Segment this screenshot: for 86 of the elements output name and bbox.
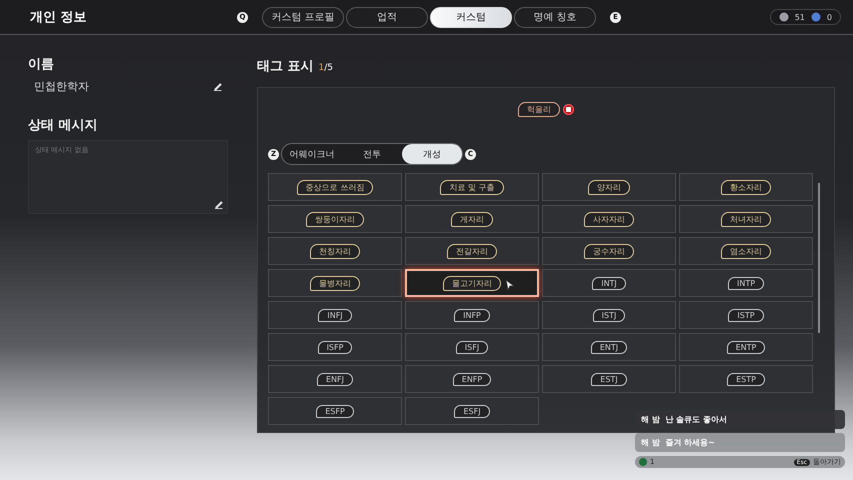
tag-option[interactable]: 치료 및 구출 xyxy=(405,173,539,201)
player-name: 민첩한학자 xyxy=(34,79,89,94)
chat-message: 해 밤 즐겨 하세용~ xyxy=(635,433,845,452)
scrollbar[interactable] xyxy=(818,183,820,333)
section-title: 상태 메시지 xyxy=(28,117,99,134)
tab[interactable]: 업적 xyxy=(346,6,428,28)
tab[interactable]: 커스텀 xyxy=(430,6,512,28)
tag-option[interactable]: 물병자리 xyxy=(268,269,402,297)
tag-option[interactable]: 황소자리 xyxy=(679,173,813,201)
tag-label: 궁수자리 xyxy=(584,244,634,258)
tag-option[interactable]: INTP xyxy=(679,269,813,297)
page-title: 개인 정보 xyxy=(30,9,88,26)
tag-option[interactable]: ENFP xyxy=(405,365,539,393)
tag-option[interactable]: ESFP xyxy=(268,397,402,425)
pencil-icon[interactable] xyxy=(213,82,222,91)
tag-option[interactable]: INFP xyxy=(405,301,539,329)
tag-option[interactable]: 중상으로 쓰러짐 xyxy=(268,173,402,201)
tag-label: ESTJ xyxy=(591,372,627,386)
tag-option[interactable]: 전갈자리 xyxy=(405,237,539,265)
coin-icon xyxy=(810,12,821,22)
tag-option[interactable]: 사자자리 xyxy=(542,205,676,233)
tag-option[interactable]: ISTP xyxy=(679,301,813,329)
tag-label: 쌍둥이자리 xyxy=(306,212,364,226)
tag-option[interactable]: 양자리 xyxy=(542,173,676,201)
tag-label: ENFP xyxy=(452,372,492,386)
tag-label: INTP xyxy=(728,276,764,290)
tag-option[interactable]: ESFJ xyxy=(405,397,539,425)
tag-option[interactable]: ENTJ xyxy=(542,333,676,361)
category-tab[interactable]: 개성 xyxy=(402,144,462,164)
equipped-tag: 헉울리 xyxy=(518,102,560,117)
tag-label: 처녀자리 xyxy=(721,212,771,226)
tag-label: ESFJ xyxy=(454,404,490,418)
tag-option[interactable]: 게자리 xyxy=(405,205,539,233)
tag-option[interactable]: 물고기자리 xyxy=(405,269,539,297)
tag-label: ESTP xyxy=(727,372,765,386)
currency-amount: 0 xyxy=(826,12,832,22)
tab[interactable]: 커스텀 프로필 xyxy=(262,6,344,28)
tag-label: ENTP xyxy=(726,340,766,354)
tag-option[interactable]: 염소자리 xyxy=(679,237,813,265)
cursor-icon xyxy=(505,279,515,291)
section-title: 이름 xyxy=(28,56,55,73)
tag-label: 물병자리 xyxy=(310,276,360,290)
remove-button[interactable] xyxy=(563,104,574,115)
tag-label: ENFJ xyxy=(317,372,353,386)
tag-label: INTJ xyxy=(592,276,626,290)
tag-option[interactable]: 쌍둥이자리 xyxy=(268,205,402,233)
tag-option[interactable]: INFJ xyxy=(268,301,402,329)
tag-label: 염소자리 xyxy=(721,244,771,258)
category-tab[interactable]: 전투 xyxy=(342,144,402,164)
tag-count: 1/5 xyxy=(318,63,334,73)
tag-option[interactable]: ENFJ xyxy=(268,365,402,393)
tag-option[interactable]: ISFP xyxy=(268,333,402,361)
tag-option[interactable]: INTJ xyxy=(542,269,676,297)
tag-option[interactable]: 처녀자리 xyxy=(679,205,813,233)
section-title: 태그 표시 xyxy=(257,58,314,75)
pencil-icon[interactable] xyxy=(214,200,223,209)
tag-option[interactable]: ENTP xyxy=(679,333,813,361)
category-tab[interactable]: 어웨이크너 xyxy=(282,144,342,164)
tag-label: ENTJ xyxy=(590,340,628,354)
tag-option[interactable]: 궁수자리 xyxy=(542,237,676,265)
tag-label: 게자리 xyxy=(451,212,493,226)
tag-option[interactable]: ESTJ xyxy=(542,365,676,393)
tag-option[interactable]: ISTJ xyxy=(542,301,676,329)
tag-label: 중상으로 쓰러짐 xyxy=(296,180,374,194)
coin-icon xyxy=(778,12,789,22)
tag-label: 천칭자리 xyxy=(310,244,360,258)
tab[interactable]: 명예 칭호 xyxy=(514,6,596,28)
tag-label: 양자리 xyxy=(588,180,630,194)
square-icon xyxy=(566,107,571,112)
tag-label: ISFP xyxy=(318,340,352,354)
tag-label: 황소자리 xyxy=(721,180,771,194)
tag-label: 물고기자리 xyxy=(443,276,501,290)
tag-option[interactable]: ESTP xyxy=(679,365,813,393)
tag-label: INFJ xyxy=(318,308,352,322)
tag-label: 사자자리 xyxy=(584,212,634,226)
currency-amount: 51 xyxy=(794,12,805,22)
tag-label: ESFP xyxy=(316,404,354,418)
tag-label: 치료 및 구출 xyxy=(440,180,504,194)
status-dot-icon xyxy=(639,458,647,466)
tag-label: ISTP xyxy=(728,308,764,322)
tag-option[interactable]: ISFJ xyxy=(405,333,539,361)
tag-option[interactable]: 천칭자리 xyxy=(268,237,402,265)
tag-label: ISFJ xyxy=(456,340,488,354)
tag-label: INFP xyxy=(454,308,490,322)
tag-label: 전갈자리 xyxy=(447,244,497,258)
tag-label: ISTJ xyxy=(592,308,626,322)
